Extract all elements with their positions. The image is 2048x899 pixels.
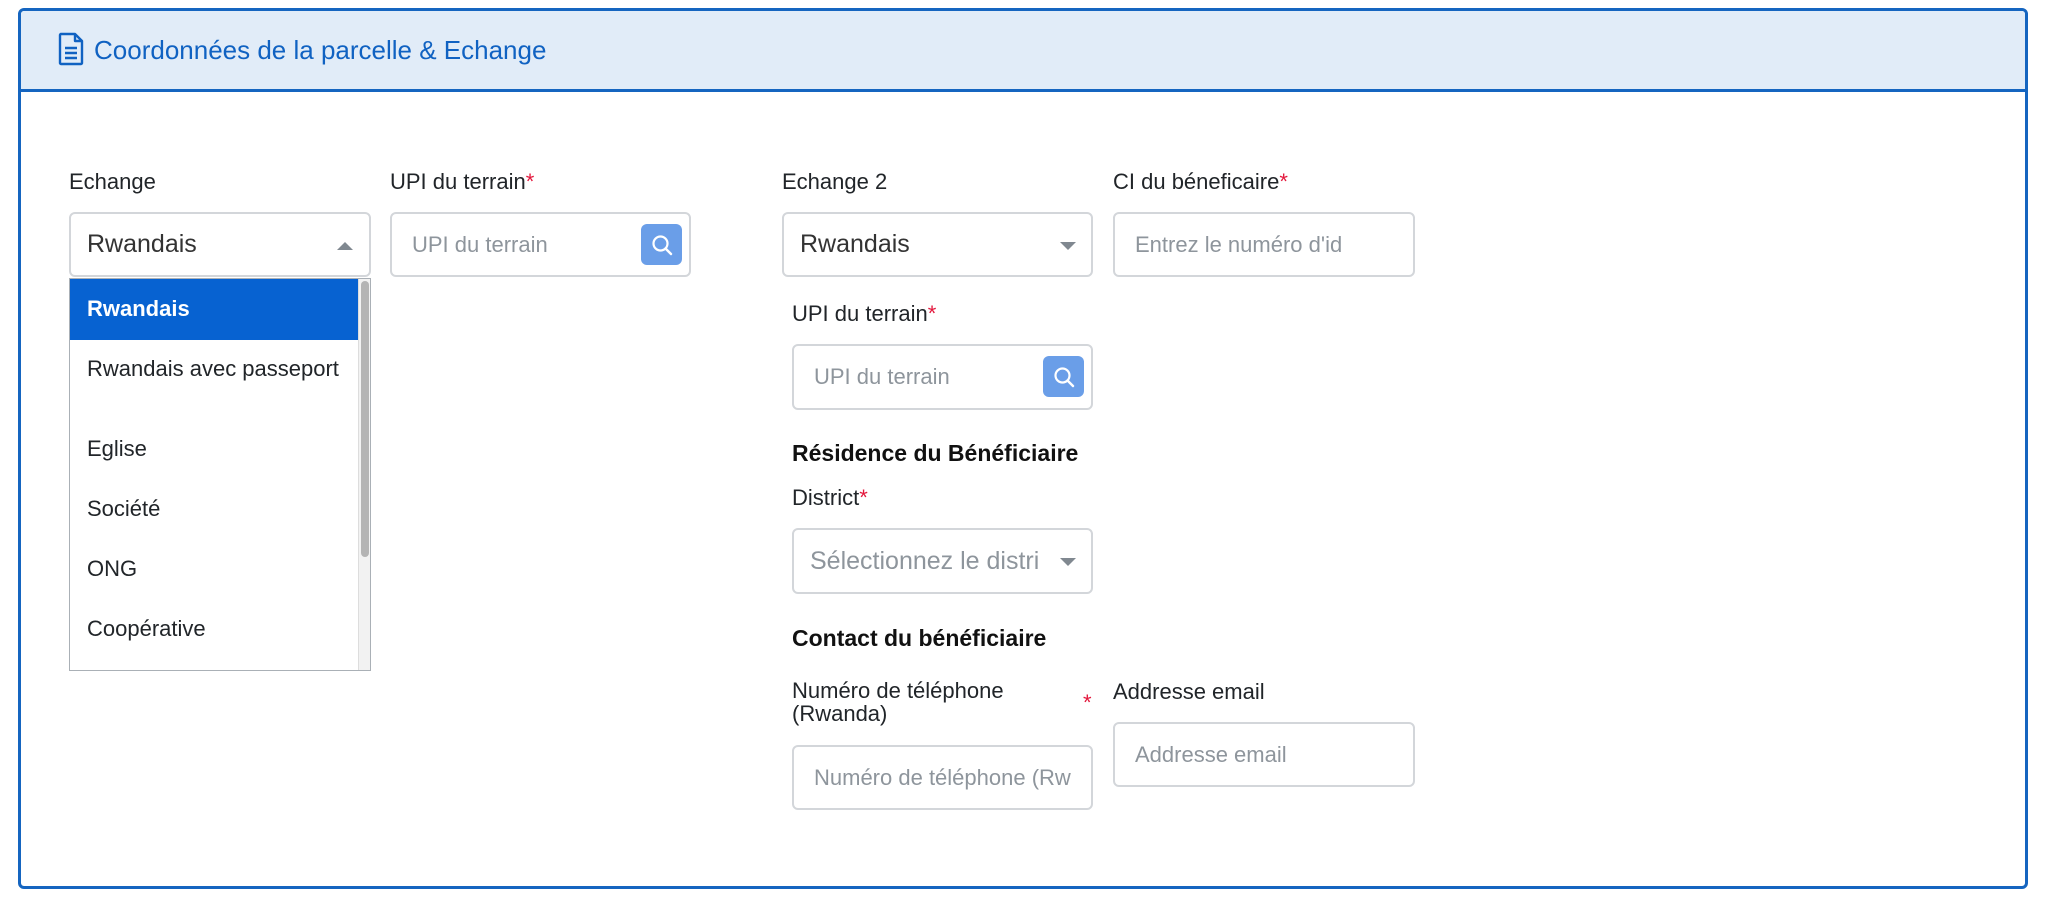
upi2-label: UPI du terrain* xyxy=(792,301,937,326)
card-title: Coordonnées de la parcelle & Echange xyxy=(94,35,547,65)
upi2-search-button[interactable] xyxy=(1043,356,1084,397)
document-icon xyxy=(58,32,84,66)
dropdown-scrollbar[interactable] xyxy=(358,279,370,670)
echange2-select-value: Rwandais xyxy=(800,230,910,258)
district-placeholder: Sélectionnez le distri xyxy=(810,546,1040,575)
required-marker: * xyxy=(1083,690,1092,715)
phone-placeholder: Numéro de téléphone (Rw xyxy=(814,764,1071,790)
upi-label: UPI du terrain* xyxy=(390,169,535,194)
district-select[interactable]: Sélectionnez le distri xyxy=(792,528,1093,594)
upi-search-button[interactable] xyxy=(641,224,682,265)
chevron-down-icon xyxy=(1060,558,1076,566)
chevron-down-icon xyxy=(1060,242,1076,250)
echange2-label: Echange 2 xyxy=(782,169,888,194)
upi2-placeholder: UPI du terrain xyxy=(814,364,950,389)
chevron-up-icon xyxy=(337,242,353,250)
dropdown-option-ong[interactable]: ONG xyxy=(70,552,359,594)
phone-label: Numéro de téléphone (Rwanda) * xyxy=(792,678,1092,726)
upi2-search-input[interactable]: UPI du terrain xyxy=(792,344,1093,410)
echange-label: Echange xyxy=(69,169,156,194)
dropdown-option-rwandais-passeport[interactable]: Rwandais avec passeport xyxy=(70,352,359,422)
dropdown-option-societe[interactable]: Société xyxy=(70,492,359,534)
scrollbar-thumb[interactable] xyxy=(361,281,369,557)
email-input[interactable]: Addresse email xyxy=(1113,722,1415,787)
contact-section-title: Contact du bénéficiaire xyxy=(792,625,1047,651)
search-icon xyxy=(651,234,672,255)
ci-input[interactable]: Entrez le numéro d'id xyxy=(1113,212,1415,277)
ci-label: CI du béneficaire* xyxy=(1113,169,1288,194)
echange-dropdown-list[interactable]: Rwandais Rwandais avec passeport Eglise … xyxy=(69,278,371,671)
card-header: Coordonnées de la parcelle & Echange xyxy=(21,11,2025,92)
search-icon xyxy=(1053,366,1074,387)
dropdown-option-rwandais[interactable]: Rwandais xyxy=(70,279,359,340)
phone-input[interactable]: Numéro de téléphone (Rw xyxy=(792,745,1093,810)
upi-search-input[interactable]: UPI du terrain xyxy=(390,212,691,277)
echange-select[interactable]: Rwandais xyxy=(69,212,371,277)
upi-placeholder: UPI du terrain xyxy=(412,231,548,257)
email-placeholder: Addresse email xyxy=(1135,741,1287,767)
dropdown-option-cooperative[interactable]: Coopérative xyxy=(70,612,359,654)
district-label: District* xyxy=(792,485,868,510)
email-label: Addresse email xyxy=(1113,679,1265,704)
dropdown-option-eglise[interactable]: Eglise xyxy=(70,432,359,474)
ci-placeholder: Entrez le numéro d'id xyxy=(1135,231,1343,257)
echange-select-value: Rwandais xyxy=(87,230,197,258)
residence-section-title: Résidence du Bénéficiaire xyxy=(792,440,1079,466)
echange2-select[interactable]: Rwandais xyxy=(782,212,1093,277)
